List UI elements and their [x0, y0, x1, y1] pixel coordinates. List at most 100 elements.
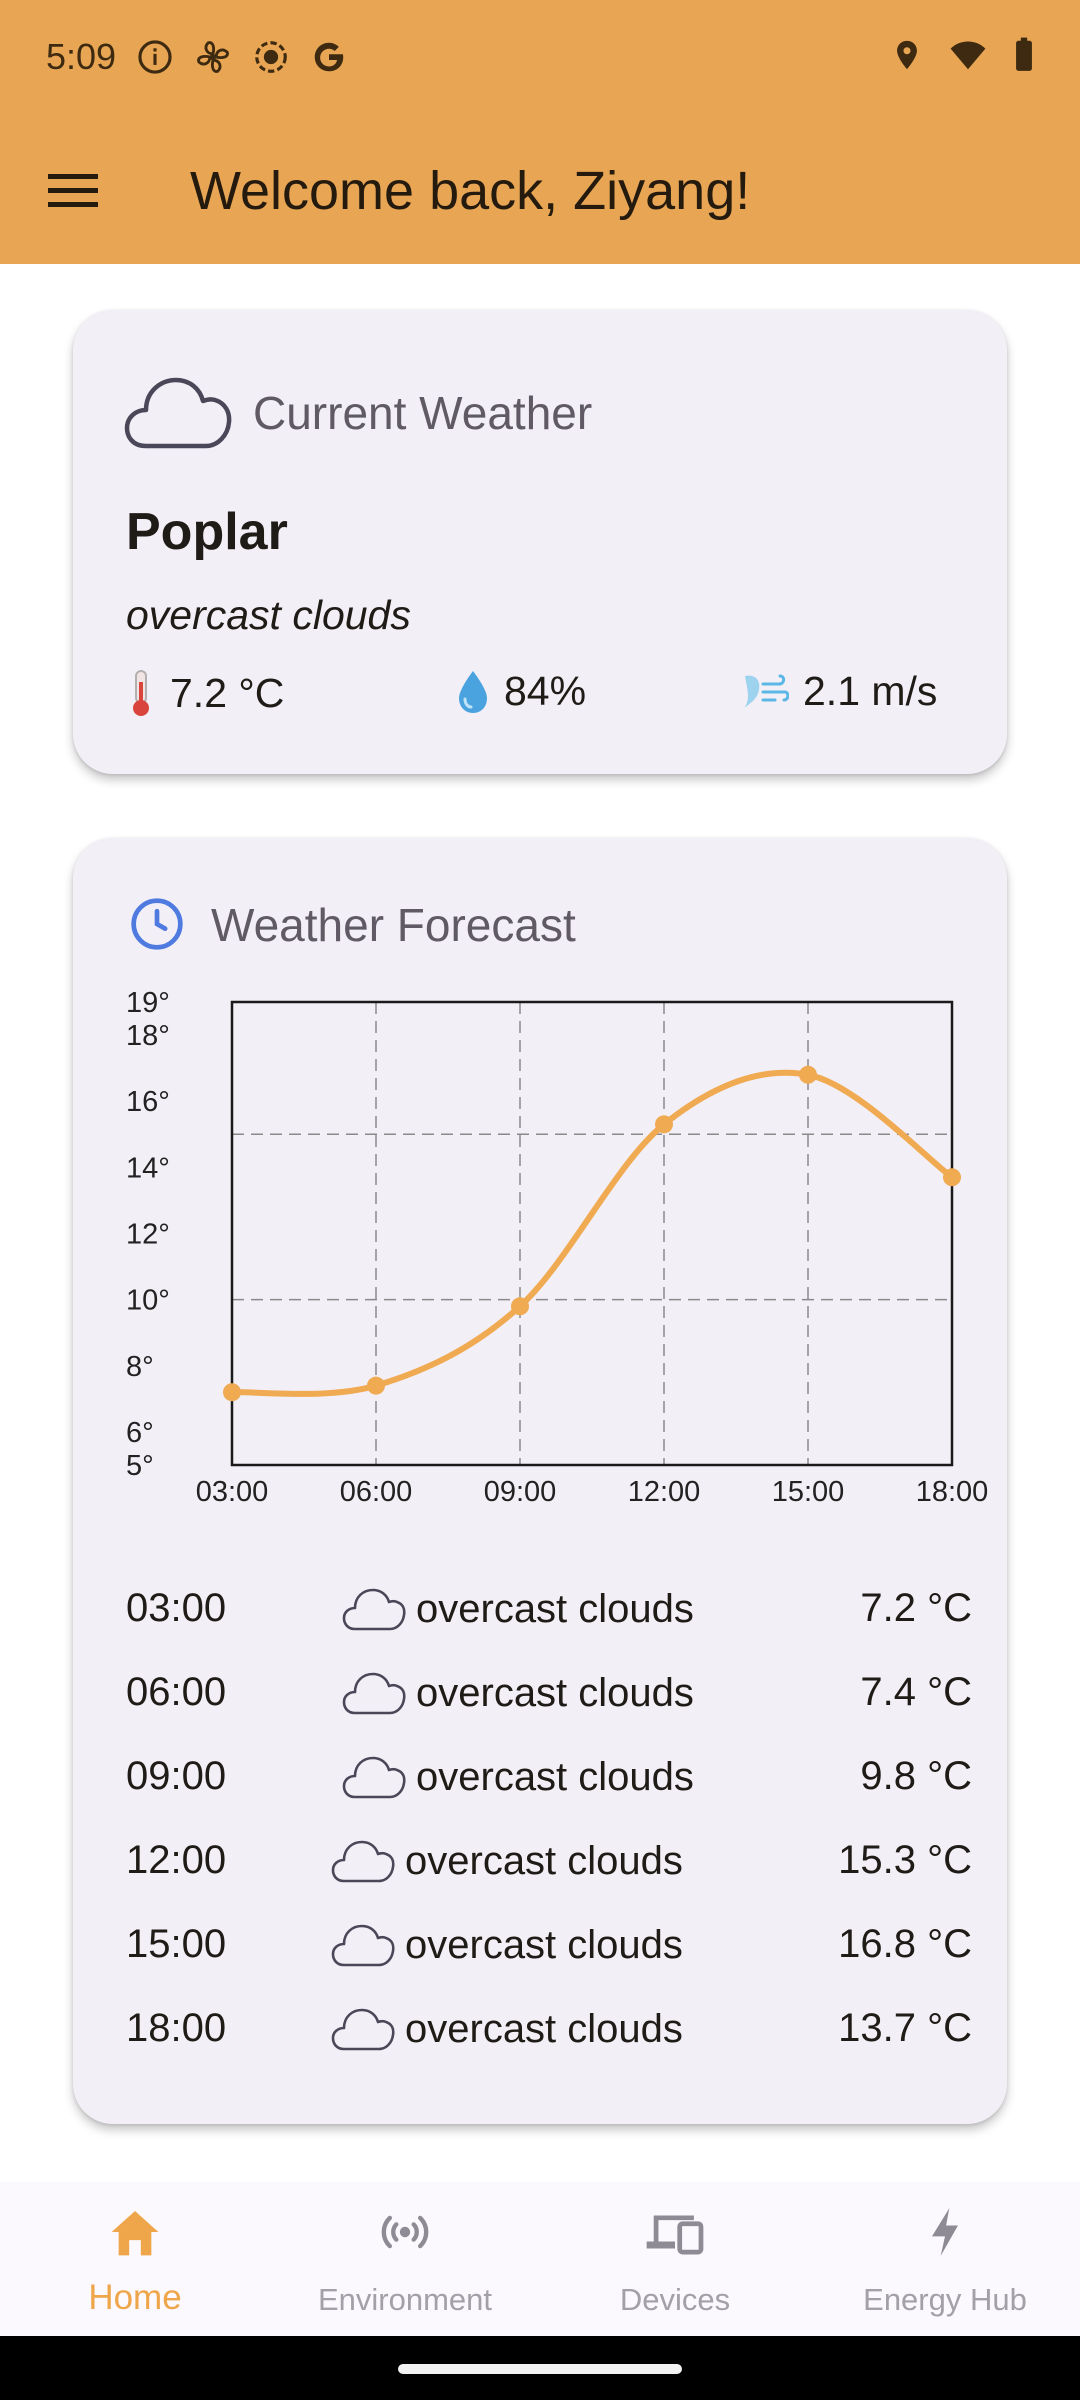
forecast-row: 09:00 overcast clouds 9.8 °C: [126, 1744, 1026, 1814]
forecast-condition: overcast clouds: [342, 1670, 694, 1716]
nav-devices[interactable]: Devices: [540, 2182, 810, 2336]
info-icon: [138, 40, 172, 74]
series-line: [229, 1069, 955, 1397]
y-tick-label: 14°: [126, 1152, 170, 1184]
forecast-condition-text: overcast clouds: [416, 1754, 694, 1799]
y-tick-label: 18°: [126, 1020, 170, 1052]
google-icon: [314, 42, 344, 72]
forecast-row: 06:00 overcast clouds 7.4 °C: [126, 1660, 1026, 1730]
forecast-time: 09:00: [126, 1754, 227, 1798]
fan-icon: [197, 41, 229, 73]
forecast-row: 12:00 overcast clouds 15.3 °C: [126, 1828, 1026, 1898]
forecast-condition: overcast clouds: [331, 1922, 683, 1968]
y-tick-label: 6°: [126, 1417, 154, 1449]
temperature-value: 7.2 °C: [170, 669, 285, 716]
forecast-row: 03:00 overcast clouds 7.2 °C: [126, 1576, 1026, 1646]
bolt-icon: [932, 2208, 958, 2256]
cloud-icon: [342, 1756, 406, 1799]
cloud-icon: [331, 1924, 395, 1967]
plot-frame: [230, 1000, 954, 1467]
forecast-condition-text: overcast clouds: [416, 1670, 694, 1715]
current-weather-card: Current Weather Poplar overcast clouds 7…: [73, 310, 1007, 774]
x-tick-label: 15:00: [772, 1476, 845, 1508]
forecast-condition: overcast clouds: [331, 1838, 683, 1884]
nav-devices-label: Devices: [619, 2282, 731, 2317]
forecast-time: 12:00: [126, 1838, 227, 1882]
x-tick-label: 18:00: [916, 1476, 989, 1508]
cloud-icon: [331, 1840, 395, 1883]
forecast-temp: 13.7 °C: [838, 2006, 972, 2050]
battery-icon: [1016, 37, 1032, 71]
bottom-navigation: Home Environment Devices Energy Hub: [0, 2182, 1080, 2336]
data-point: [943, 1168, 961, 1187]
data-point: [799, 1065, 817, 1084]
current-weather-title: Current Weather: [253, 387, 593, 439]
humidity-stat: 84%: [456, 668, 586, 715]
location-icon: [897, 40, 917, 70]
home-icon: [111, 2211, 159, 2256]
nav-home[interactable]: Home: [0, 2182, 270, 2336]
y-tick-label: 8°: [126, 1351, 154, 1383]
city-name: Poplar: [126, 503, 288, 561]
status-time: 5:09: [46, 36, 117, 77]
forecast-row: 18:00 overcast clouds 13.7 °C: [126, 1996, 1026, 2066]
forecast-row: 15:00 overcast clouds 16.8 °C: [126, 1912, 1026, 1982]
forecast-time: 15:00: [126, 1922, 227, 1966]
forecast-condition-text: overcast clouds: [405, 2006, 683, 2051]
menu-icon: [48, 174, 98, 207]
nav-environment[interactable]: Environment: [270, 2182, 540, 2336]
y-tick-label: 10°: [126, 1285, 170, 1317]
forecast-condition-text: overcast clouds: [405, 1922, 683, 1967]
forecast-temp: 15.3 °C: [838, 1838, 972, 1882]
y-tick-label: 12°: [126, 1219, 170, 1251]
cloud-icon: [124, 377, 232, 449]
data-point: [511, 1297, 529, 1316]
notification-icons: [136, 38, 348, 76]
forecast-time: 18:00: [126, 2006, 227, 2050]
record-icon: [255, 41, 287, 73]
forecast-time: 03:00: [126, 1586, 227, 1630]
x-tick-label: 06:00: [340, 1476, 413, 1508]
wind-value: 2.1 m/s: [803, 668, 938, 714]
cloud-icon: [331, 2008, 395, 2051]
nav-energy-hub[interactable]: Energy Hub: [810, 2182, 1080, 2336]
cloud-icon: [342, 1672, 406, 1715]
gesture-bar: [0, 2336, 1080, 2400]
forecast-temp: 7.4 °C: [860, 1670, 972, 1714]
data-point: [367, 1376, 385, 1395]
forecast-chart: 19°18° 16° 14° 12° 10° 8° 6°5° 03:00 06:00 09:00 1…: [126, 987, 989, 1508]
page-title: Welcome back, Ziyang!: [190, 161, 751, 221]
y-tick-label: 5°: [126, 1450, 154, 1482]
home-indicator[interactable]: [398, 2364, 682, 2374]
forecast-condition: overcast clouds: [342, 1586, 694, 1632]
forecast-temp: 7.2 °C: [860, 1586, 972, 1630]
app-bar: Welcome back, Ziyang!: [0, 118, 1080, 264]
x-tick-label: 03:00: [196, 1476, 269, 1508]
wifi-icon: [950, 41, 986, 70]
temperature-stat: 7.2 °C: [126, 668, 284, 718]
weather-description: overcast clouds: [126, 592, 411, 638]
droplet-icon: [459, 670, 487, 713]
forecast-card: Weather Forecast 19° 18° 16° 14° 12° 10° 8° 6° 5…: [73, 838, 1007, 2124]
nav-environment-label: Environment: [317, 2282, 493, 2317]
wind-stat: 2.1 m/s: [741, 668, 937, 715]
wind-face-icon: [744, 674, 789, 708]
devices-icon: [646, 2215, 704, 2255]
cloud-icon: [342, 1588, 406, 1631]
x-tick-label: 12:00: [628, 1476, 701, 1508]
forecast-temp: 9.8 °C: [860, 1754, 972, 1798]
forecast-condition: overcast clouds: [331, 2006, 683, 2052]
sensors-icon: [381, 2215, 429, 2249]
nav-home-label: Home: [88, 2278, 182, 2317]
thermometer-icon: [133, 670, 149, 716]
data-point: [223, 1383, 241, 1402]
x-tick-label: 09:00: [484, 1476, 557, 1508]
forecast-condition-text: overcast clouds: [405, 1838, 683, 1883]
menu-button[interactable]: [40, 158, 106, 224]
y-tick-label: 16°: [126, 1086, 170, 1118]
humidity-value: 84%: [504, 668, 587, 714]
status-bar: 5:09: [0, 0, 1080, 118]
forecast-temp: 16.8 °C: [838, 1922, 972, 1966]
nav-energy-hub-label: Energy Hub: [863, 2282, 1027, 2317]
forecast-condition-text: overcast clouds: [416, 1586, 694, 1631]
